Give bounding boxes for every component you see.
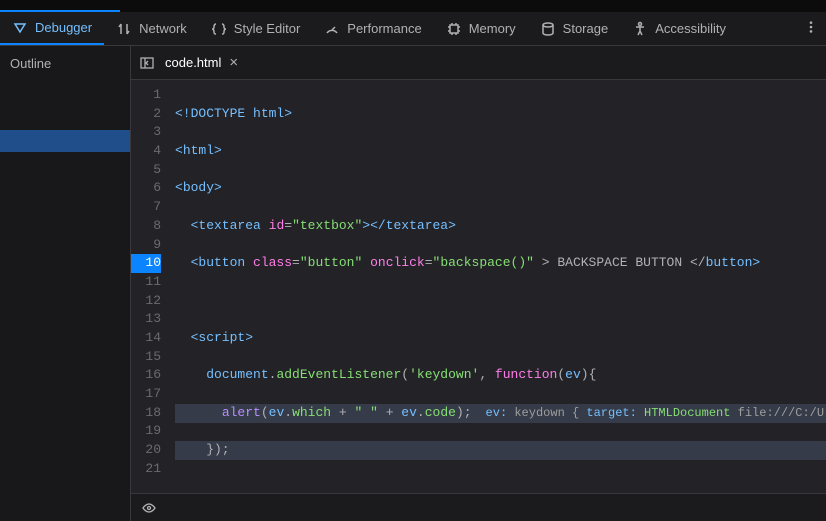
tab-label: Accessibility — [655, 21, 726, 36]
performance-icon — [324, 21, 340, 37]
tab-label: Network — [139, 21, 187, 36]
tab-debugger[interactable]: Debugger — [0, 12, 104, 45]
file-tabbar: code.html × — [131, 46, 826, 80]
accessibility-icon — [632, 21, 648, 37]
code-editor[interactable]: 1 2 3 4 5 6 7 8 9 10 11 12 13 14 15 16 1… — [131, 80, 826, 493]
tab-label: Style Editor — [234, 21, 300, 36]
toggle-sidebar-icon[interactable] — [139, 55, 155, 71]
tab-network[interactable]: Network — [104, 12, 199, 45]
memory-icon — [446, 21, 462, 37]
sidebar: Outline — [0, 46, 131, 521]
kebab-icon — [804, 20, 818, 34]
sidebar-outline-header[interactable]: Outline — [0, 46, 130, 80]
eye-icon[interactable] — [141, 500, 157, 516]
sidebar-selection[interactable] — [0, 130, 130, 152]
devtools-toolbar: Debugger Network Style Editor Performanc… — [0, 12, 826, 46]
tab-memory[interactable]: Memory — [434, 12, 528, 45]
main-pane: code.html × 1 2 3 4 5 6 7 8 9 10 11 12 1… — [131, 46, 826, 521]
editor-bottom-bar — [131, 493, 826, 521]
tab-label: Performance — [347, 21, 421, 36]
code-content[interactable]: <!DOCTYPE html> <html> <body> <textarea … — [169, 80, 826, 493]
tab-label: Debugger — [35, 20, 92, 35]
tab-label: Memory — [469, 21, 516, 36]
tab-storage[interactable]: Storage — [528, 12, 621, 45]
storage-icon — [540, 21, 556, 37]
outline-label: Outline — [10, 56, 51, 71]
debugger-icon — [12, 20, 28, 36]
toolbar-overflow[interactable] — [796, 20, 826, 37]
line-gutter: 1 2 3 4 5 6 7 8 9 10 11 12 13 14 15 16 1… — [131, 80, 169, 493]
close-icon[interactable]: × — [229, 54, 238, 71]
style-editor-icon — [211, 21, 227, 37]
tab-accessibility[interactable]: Accessibility — [620, 12, 738, 45]
file-tab[interactable]: code.html × — [165, 54, 238, 71]
network-icon — [116, 21, 132, 37]
tab-style-editor[interactable]: Style Editor — [199, 12, 312, 45]
tab-performance[interactable]: Performance — [312, 12, 433, 45]
file-name: code.html — [165, 55, 221, 70]
tab-label: Storage — [563, 21, 609, 36]
debug-inline-hint: ev: keydown { target: HTMLDocument file:… — [482, 406, 826, 420]
